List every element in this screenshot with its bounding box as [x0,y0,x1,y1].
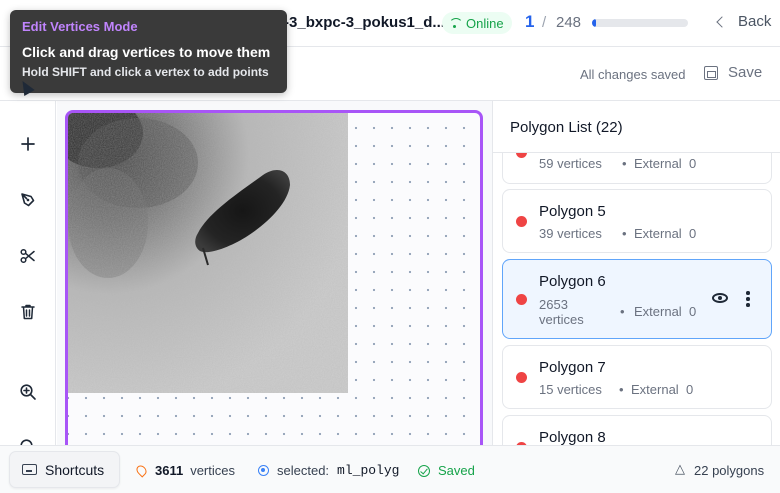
meta-separator: • [619,382,624,397]
keyboard-icon [22,464,37,475]
vertex-count-label: vertices [190,463,235,478]
polygon-list-panel: Polygon List (22) 59 vertices • External… [492,101,780,445]
polygon-count-status: 22 polygons [675,462,765,479]
target-icon [258,465,269,476]
meta-separator: • [620,304,625,319]
panel-title: Polygon List (22) [510,119,623,136]
status-bar: Shortcuts 3611 vertices selected: ml_pol… [0,445,780,493]
selected-label: selected: [277,463,330,478]
polygon-name: Polygon 7 [539,359,606,376]
status-badge: Online [442,12,512,34]
chevron-left-icon [716,15,728,28]
triangle-icon [675,462,687,477]
tooltip-hint: Hold SHIFT and click a vertex to add poi… [22,65,269,79]
progress-bar-fill [592,19,596,27]
scissors-icon[interactable] [16,244,40,268]
selected-value: ml_polyg [337,463,400,478]
pen-tool-icon[interactable] [16,188,40,212]
tooltip-mode-title: Edit Vertices Mode [22,19,138,34]
save-button-label: Save [728,64,763,81]
save-status-text: All changes saved [580,67,686,82]
panel-header: Polygon List (22) [493,101,780,153]
polygon-external-label: External [634,304,682,319]
polygon-list-item-selected[interactable]: Polygon 6 2653 vertices • External 0 [502,259,772,339]
polygon-name: Polygon 5 [539,203,606,220]
eye-icon[interactable] [712,293,728,303]
polygon-vertex-count: 39 vertices [539,226,602,241]
polygon-list-item[interactable]: Polygon 8 [502,415,772,445]
polygon-external-label: External [634,226,682,241]
polygon-color-dot [516,216,527,227]
saved-status: Saved [418,463,475,478]
canvas-area[interactable] [57,101,492,445]
page-separator: / [542,14,547,31]
trash-icon[interactable] [16,300,40,324]
microscopy-image [68,113,348,393]
polygon-color-dot [516,294,527,305]
polygon-color-dot [516,372,527,383]
shortcuts-button-label: Shortcuts [45,461,105,478]
polygon-external-value: 0 [689,226,697,241]
meta-separator: • [622,156,627,171]
polygon-list-item[interactable]: Polygon 7 15 vertices • External 0 [502,345,772,409]
polygon-external-value: 0 [686,382,694,397]
tool-sidebar [0,101,56,452]
status-badge-label: Online [466,15,504,31]
back-button-label: Back [738,13,772,30]
polygon-vertex-count: 59 vertices [539,156,602,171]
save-button[interactable]: Save [704,64,762,81]
tooltip-instruction: Click and drag vertices to move them [22,44,271,60]
page-current: 1 [525,12,535,31]
floppy-disk-icon [704,65,718,80]
check-circle-icon [418,464,430,477]
saved-label: Saved [438,463,475,478]
meta-separator: • [622,226,627,241]
image-canvas[interactable] [65,110,483,445]
polygon-vertex-label: vertices [539,312,584,327]
vertex-count-status: 3611 vertices [134,463,235,478]
progress-bar [592,19,688,27]
selected-status: selected: ml_polyg [258,463,399,478]
polygon-name: Polygon 6 [539,273,606,290]
back-button[interactable]: Back [716,13,772,30]
more-vertical-icon[interactable] [746,291,750,307]
polygon-vertex-count: 2653 [539,297,568,312]
polygon-external-value: 0 [689,304,697,319]
plus-icon[interactable] [16,132,40,156]
polygon-count: 22 polygons [694,463,765,478]
vertex-count-value: 3611 [155,463,184,478]
polygon-name: Polygon 8 [539,429,606,445]
wifi-icon [449,18,463,28]
polygon-list-item[interactable]: Polygon 5 39 vertices • External 0 [502,189,772,253]
shortcuts-button[interactable]: Shortcuts [9,451,120,488]
polygon-vertex-count: 15 vertices [539,382,602,397]
polygon-external-label: External [634,156,682,171]
mode-tooltip: Edit Vertices Mode Click and drag vertic… [10,10,287,93]
polygon-external-value: 0 [689,156,697,171]
map-pin-icon [134,463,149,478]
page-total: 248 [556,14,582,31]
polygon-external-label: External [631,382,679,397]
zoom-in-icon[interactable] [16,380,40,404]
